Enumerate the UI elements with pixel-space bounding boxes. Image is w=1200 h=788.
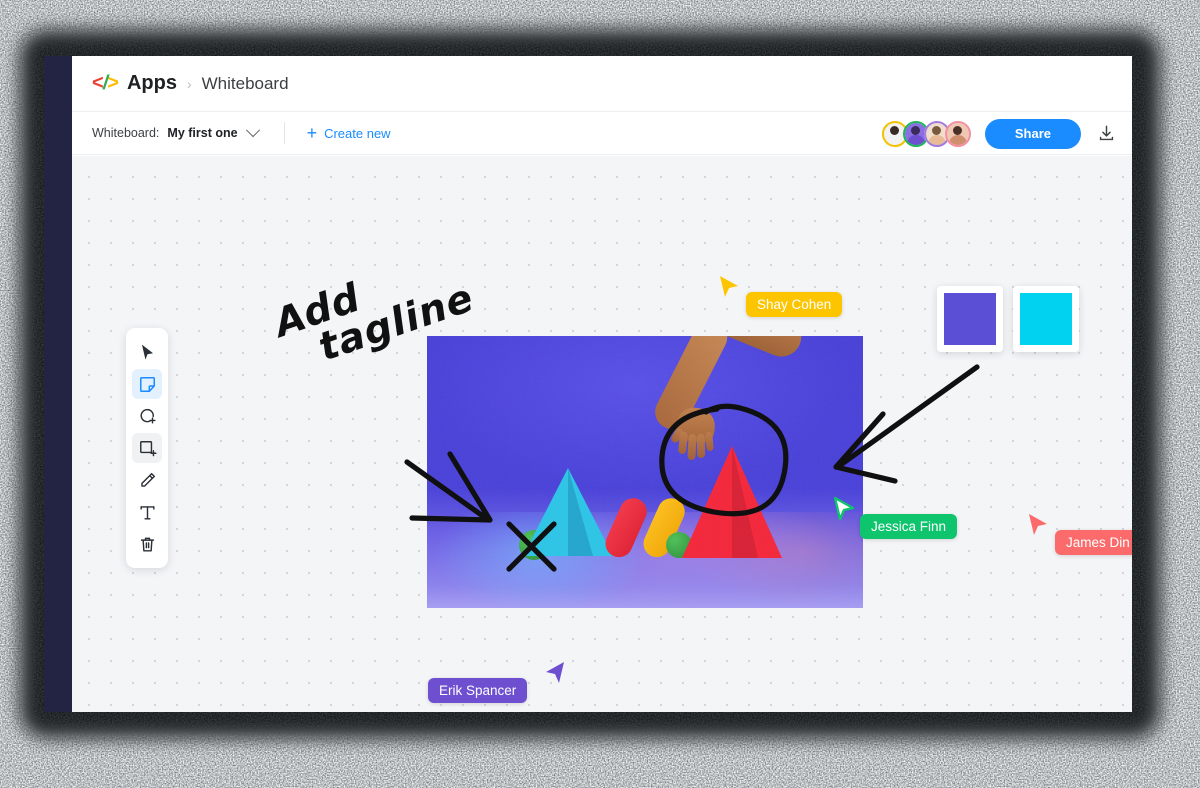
comment-tool[interactable]	[132, 401, 162, 431]
hand-finger	[696, 433, 706, 459]
code-brackets-logo-icon: < / >	[92, 72, 119, 95]
whiteboard-canvas[interactable]: Add tagline Shay Cohen Jessica Finn Jame…	[72, 156, 1132, 712]
delete-tool[interactable]	[132, 529, 162, 559]
cursor-label: Jessica Finn	[860, 514, 958, 539]
frame-tool[interactable]	[132, 433, 162, 463]
frame-plus-icon	[139, 440, 157, 456]
cursor-arrow-icon	[1029, 514, 1047, 535]
sticky-note-icon	[139, 376, 155, 392]
color-swatch-panel	[937, 286, 1079, 352]
app-body: < / > Apps › Whiteboard Whiteboard: My fir…	[72, 56, 1132, 712]
chevron-down-icon	[245, 123, 260, 138]
pen-tool[interactable]	[132, 465, 162, 495]
cursor-arrow-icon	[833, 496, 855, 521]
select-tool[interactable]	[132, 337, 162, 367]
collaborator-cursor-erik-spancer[interactable]: Erik Spancer	[428, 660, 566, 703]
brand-name[interactable]: Apps	[127, 72, 177, 95]
comment-plus-icon	[140, 408, 156, 424]
cursor-arrow-icon	[546, 662, 564, 683]
collaborator-cursor-james-din[interactable]: James Din	[1027, 512, 1132, 555]
shapes-hero-image[interactable]	[427, 336, 863, 608]
share-button-label: Share	[1014, 126, 1051, 141]
avatar-ring	[944, 120, 971, 147]
trash-icon	[140, 537, 154, 552]
cursor-arrow-icon	[720, 276, 738, 297]
red-pyramid-shade	[732, 446, 758, 558]
image-floor-glow	[427, 512, 863, 608]
tool-palette	[126, 328, 168, 568]
cursor-arrow-icon	[141, 344, 153, 360]
toolbar-right-group: Share	[881, 112, 1116, 155]
toolbar-divider	[283, 122, 285, 144]
breadcrumb-separator-icon: ›	[186, 75, 192, 92]
hand-finger	[687, 433, 697, 461]
left-nav-rail[interactable]	[44, 56, 72, 712]
cursor-label: James Din	[1055, 530, 1132, 555]
plus-icon: +	[306, 123, 318, 143]
app-window: < / > Apps › Whiteboard Whiteboard: My fir…	[44, 56, 1132, 712]
text-tool[interactable]	[132, 497, 162, 527]
collaborator-cursor-shay-cohen[interactable]: Shay Cohen	[718, 274, 843, 317]
breadcrumb-current-page: Whiteboard	[201, 73, 289, 93]
share-button[interactable]: Share	[984, 118, 1081, 149]
cyan-pyramid-shade	[568, 468, 593, 556]
cursor-label: Shay Cohen	[746, 292, 843, 317]
create-new-button[interactable]: + Create new	[307, 124, 391, 142]
cursor-label: Erik Spancer	[428, 678, 528, 703]
whiteboard-select[interactable]: My first one	[167, 123, 260, 140]
download-button[interactable]	[1097, 124, 1116, 143]
cyan-swatch-chip	[1020, 293, 1072, 345]
whiteboard-label: Whiteboard:	[92, 126, 160, 140]
indigo-swatch-chip	[944, 293, 996, 345]
sticky-note-tool[interactable]	[132, 369, 162, 399]
pencil-icon	[140, 472, 155, 487]
indigo-swatch[interactable]	[937, 286, 1003, 352]
collaborator-cursor-jessica-finn[interactable]: Jessica Finn	[832, 496, 958, 539]
create-new-label: Create new	[324, 125, 391, 141]
text-icon	[139, 505, 155, 520]
breadcrumb: < / > Apps › Whiteboard	[72, 56, 1132, 112]
cyan-swatch[interactable]	[1013, 286, 1079, 352]
download-icon	[1099, 125, 1114, 141]
whiteboard-select-value: My first one	[167, 126, 238, 140]
whiteboard-toolbar: Whiteboard: My first one + Create new Sh…	[72, 112, 1132, 155]
avatar[interactable]	[944, 120, 971, 147]
